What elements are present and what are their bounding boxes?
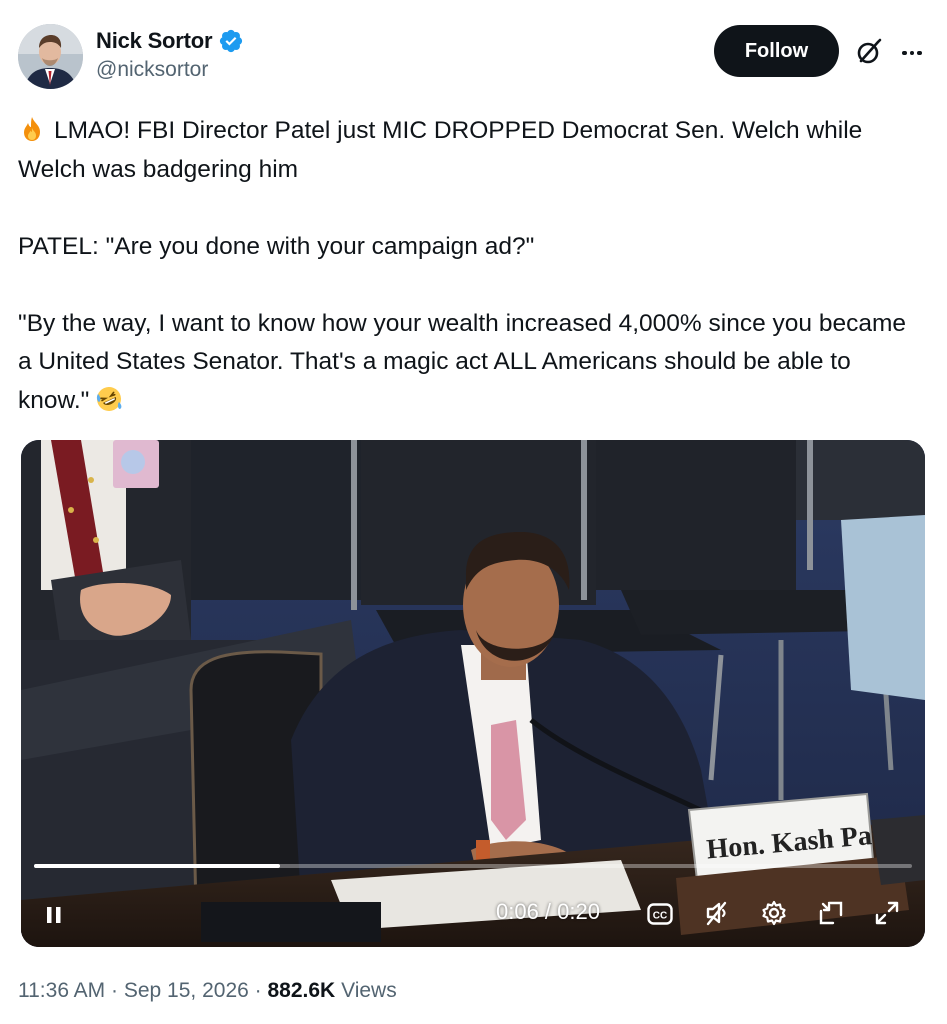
- verified-badge-icon[interactable]: [218, 28, 244, 54]
- video-time-display: 0:06 / 0:20: [496, 899, 600, 924]
- pause-icon[interactable]: [43, 904, 65, 926]
- author-display-name[interactable]: Nick Sortor: [96, 28, 213, 54]
- name-row: Nick Sortor: [96, 28, 244, 54]
- video-progress-fill: [34, 864, 280, 868]
- svg-text:CC: CC: [653, 911, 667, 922]
- video-player[interactable]: Hon. Kash Patel 0:06 / 0:20 CC: [21, 440, 925, 947]
- video-progress-bar[interactable]: [34, 864, 912, 868]
- tweet-line-3: "By the way, I want to know how your wea…: [18, 305, 923, 421]
- tweet-line-3-text: "By the way, I want to know how your wea…: [18, 309, 906, 414]
- views-label: Views: [341, 979, 397, 1002]
- tweet-line-1-text: LMAO! FBI Director Patel just MIC DROPPE…: [18, 117, 863, 183]
- tweet-header: Nick Sortor @nicksortor Follow: [18, 22, 929, 90]
- fire-emoji-icon: [18, 115, 46, 143]
- tweet-line-2: PATEL: "Are you done with your campaign …: [18, 232, 535, 260]
- video-frame: Hon. Kash Patel: [21, 440, 925, 947]
- more-options-icon[interactable]: [897, 38, 927, 68]
- meta-separator-2: ·: [254, 979, 262, 1002]
- tweet-time[interactable]: 11:36 AM: [18, 979, 105, 1002]
- author-handle[interactable]: @nicksortor: [96, 58, 244, 82]
- captions-icon[interactable]: CC: [647, 903, 673, 925]
- tweet-text: LMAO! FBI Director Patel just MIC DROPPE…: [18, 112, 923, 420]
- tweet-date[interactable]: Sep 15, 2026: [124, 979, 249, 1002]
- views-count[interactable]: 882.6K: [268, 979, 336, 1002]
- settings-icon[interactable]: [760, 899, 788, 927]
- follow-button[interactable]: Follow: [714, 25, 839, 77]
- author-block: Nick Sortor @nicksortor: [96, 28, 244, 82]
- laughing-emoji-icon: [95, 385, 123, 413]
- picture-in-picture-icon[interactable]: [817, 899, 845, 927]
- meta-separator: ·: [111, 979, 119, 1002]
- fullscreen-icon[interactable]: [874, 900, 900, 926]
- tweet-meta: 11:36 AM · Sep 15, 2026 · 882.6K Views: [18, 979, 397, 1003]
- avatar[interactable]: [18, 24, 83, 89]
- tweet-line-1: LMAO! FBI Director Patel just MIC DROPPE…: [18, 112, 923, 189]
- grok-icon[interactable]: [854, 37, 884, 67]
- mute-icon[interactable]: [703, 899, 731, 927]
